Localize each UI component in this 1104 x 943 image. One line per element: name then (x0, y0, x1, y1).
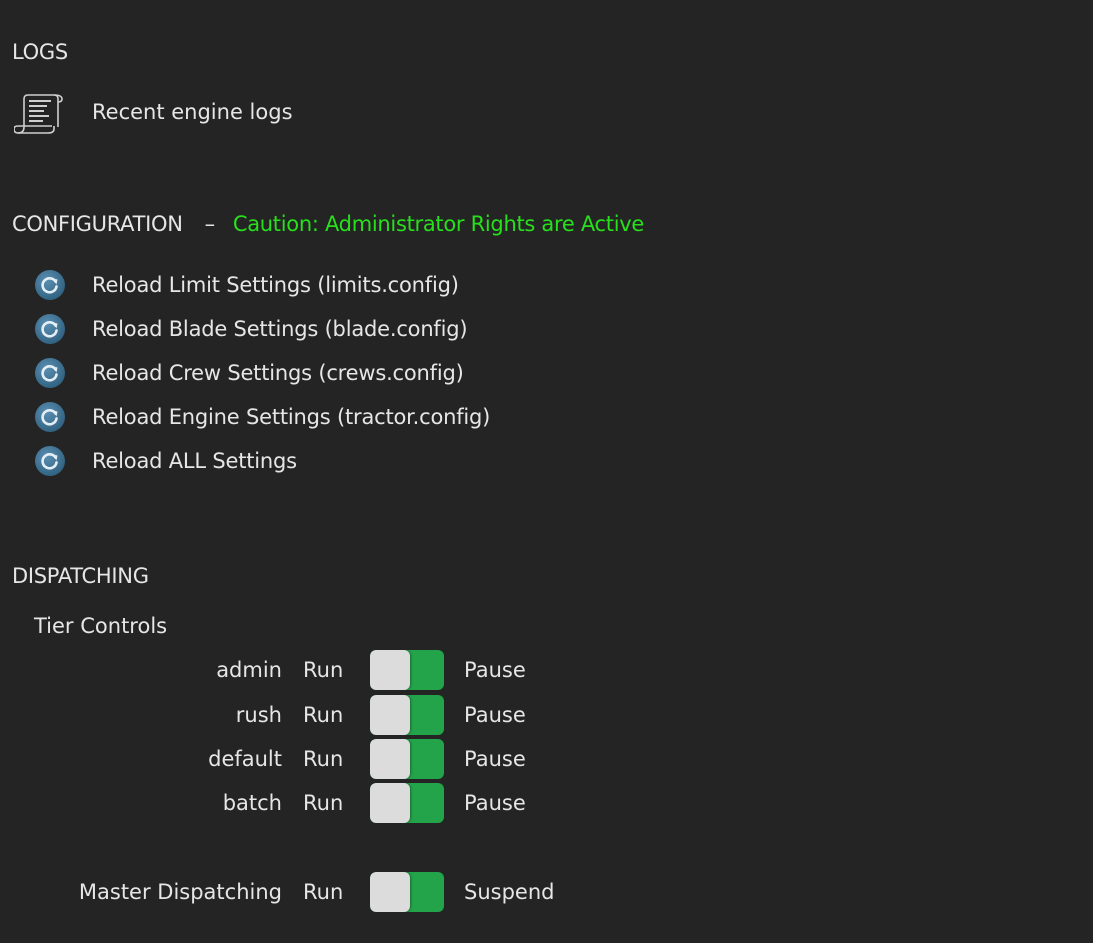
tier-row-rush: rush Run Pause (0, 695, 700, 735)
pause-label: Pause (464, 703, 526, 727)
tier-rush-toggle[interactable] (370, 695, 444, 735)
pause-label: Pause (464, 658, 526, 682)
admin-panel: LOGS Recent engine logs CONFIGURATION – … (0, 0, 1093, 943)
reload-engine-settings[interactable]: Reload Engine Settings (tractor.config) (34, 395, 490, 439)
reload-crew-settings[interactable]: Reload Crew Settings (crews.config) (34, 351, 490, 395)
tier-admin-toggle[interactable] (370, 650, 444, 690)
toggle-knob (370, 739, 410, 779)
configuration-heading: CONFIGURATION (12, 212, 183, 236)
tier-default-toggle[interactable] (370, 739, 444, 779)
pause-label: Pause (464, 791, 526, 815)
reload-item-label: Reload Engine Settings (tractor.config) (92, 405, 491, 429)
reload-settings-list: Reload Limit Settings (limits.config) Re… (34, 263, 490, 483)
toggle-knob (370, 695, 410, 735)
admin-rights-caution: Caution: Administrator Rights are Active (232, 212, 645, 236)
recent-engine-logs-link[interactable]: Recent engine logs (13, 87, 293, 137)
reload-icon (34, 313, 66, 345)
reload-blade-settings[interactable]: Reload Blade Settings (blade.config) (34, 307, 490, 351)
toggle-knob (370, 783, 410, 823)
tier-row-default: default Run Pause (0, 739, 700, 779)
tier-name: batch (222, 791, 282, 815)
reload-icon (34, 401, 66, 433)
pause-label: Pause (464, 747, 526, 771)
tier-batch-toggle[interactable] (370, 783, 444, 823)
recent-engine-logs-label: Recent engine logs (92, 100, 293, 124)
master-dispatching-row: Master Dispatching Run Suspend (0, 872, 700, 912)
log-scroll-icon (13, 87, 70, 137)
tier-name: admin (216, 658, 282, 682)
run-label: Run (303, 658, 344, 682)
tier-name: default (208, 747, 282, 771)
run-label: Run (303, 791, 344, 815)
run-label: Run (303, 703, 344, 727)
run-label: Run (303, 747, 344, 771)
toggle-knob (370, 872, 410, 912)
tier-controls-label: Tier Controls (34, 614, 168, 638)
master-dispatching-toggle[interactable] (370, 872, 444, 912)
logs-heading: LOGS (12, 40, 68, 64)
reload-icon (34, 357, 66, 389)
reload-icon (34, 269, 66, 301)
configuration-heading-row: CONFIGURATION – Caution: Administrator Rig… (12, 212, 644, 236)
reload-item-label: Reload Limit Settings (limits.config) (92, 273, 459, 297)
master-dispatching-label: Master Dispatching (78, 880, 282, 904)
reload-limit-settings[interactable]: Reload Limit Settings (limits.config) (34, 263, 490, 307)
suspend-label: Suspend (464, 880, 555, 904)
dispatching-heading: DISPATCHING (12, 564, 149, 588)
heading-separator: – (204, 212, 216, 236)
run-label: Run (303, 880, 344, 904)
reload-all-settings[interactable]: Reload ALL Settings (34, 439, 490, 483)
reload-item-label: Reload Crew Settings (crews.config) (92, 361, 464, 385)
tier-row-batch: batch Run Pause (0, 783, 700, 823)
reload-item-label: Reload Blade Settings (blade.config) (92, 317, 468, 341)
tier-name: rush (235, 703, 282, 727)
toggle-knob (370, 650, 410, 690)
reload-item-label: Reload ALL Settings (92, 449, 297, 473)
reload-icon (34, 445, 66, 477)
tier-row-admin: admin Run Pause (0, 650, 700, 690)
